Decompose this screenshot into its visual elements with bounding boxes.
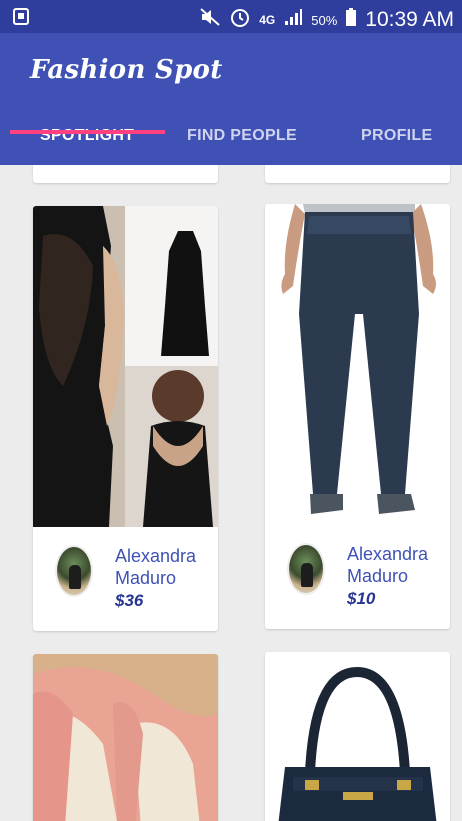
product-image-shoes[interactable]	[33, 654, 218, 821]
seller-avatar[interactable]	[55, 545, 93, 597]
app-screen: 4G 50% 10:39 AM Fashion Spot SPOTLIGHT F…	[0, 0, 462, 821]
tab-find-people[interactable]: FIND PEOPLE	[187, 127, 297, 145]
product-feed[interactable]: Alexandra Maduro $36 Alexandra Maduro $1…	[0, 165, 462, 821]
product-card[interactable]	[33, 165, 218, 183]
battery-percent: 50%	[311, 12, 338, 28]
network-type: 4G	[259, 13, 276, 27]
product-card[interactable]: Alexandra Maduro $36	[33, 206, 218, 631]
tab-profile[interactable]: PROFILE	[361, 127, 432, 145]
product-price: $10	[347, 589, 376, 608]
seller-name[interactable]: Alexandra Maduro	[115, 545, 215, 589]
app-bar: Fashion Spot SPOTLIGHT FIND PEOPLE PROFI…	[0, 33, 462, 165]
product-footer: Alexandra Maduro $36	[33, 527, 218, 631]
clock: 10:39 AM	[365, 8, 454, 31]
signal-icon	[283, 8, 303, 32]
product-card[interactable]	[33, 654, 218, 821]
product-card[interactable]	[265, 652, 450, 821]
tab-indicator	[10, 130, 165, 134]
product-card[interactable]: Alexandra Maduro $10	[265, 204, 450, 629]
product-image-handbag[interactable]	[265, 652, 450, 821]
product-image-dress[interactable]	[33, 206, 218, 527]
alarm-icon	[229, 6, 251, 34]
battery-icon	[345, 7, 357, 33]
product-image-jeans[interactable]	[265, 204, 450, 525]
app-title: Fashion Spot	[30, 55, 223, 85]
product-price: $36	[115, 591, 144, 610]
product-footer: Alexandra Maduro $10	[265, 525, 450, 629]
product-card[interactable]	[265, 165, 450, 183]
seller-avatar[interactable]	[287, 543, 325, 595]
status-bar: 4G 50% 10:39 AM	[0, 0, 462, 33]
notification-icon	[12, 6, 30, 31]
seller-name[interactable]: Alexandra Maduro	[347, 543, 447, 587]
mute-icon	[199, 7, 221, 33]
